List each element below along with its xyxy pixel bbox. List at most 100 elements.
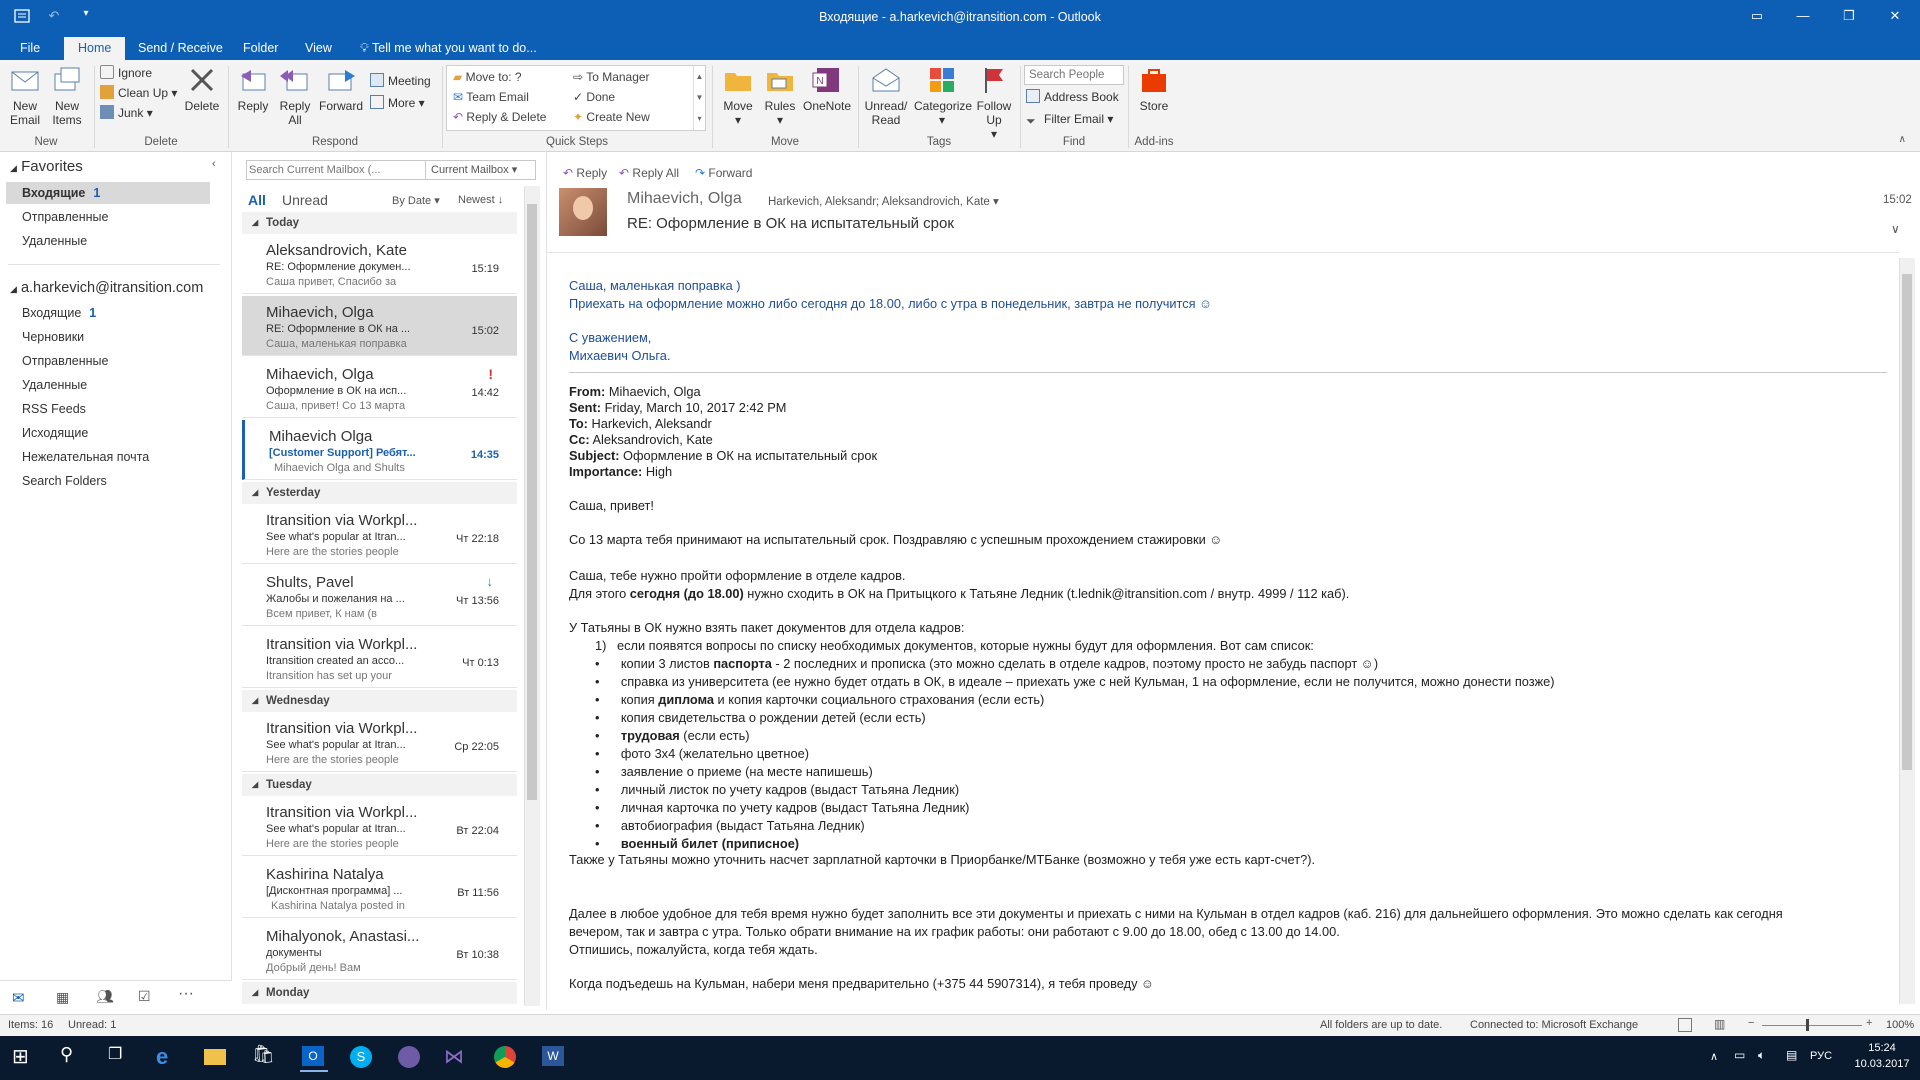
folder-drafts[interactable]: Черновики [22,330,84,344]
quick-steps-scroll[interactable]: ▲ ▼ ▾ [693,66,705,130]
search-people-input[interactable] [1024,65,1124,85]
message-item[interactable]: Itransition via Workpl... See what's pop… [242,504,517,564]
search-scope-dropdown[interactable]: Current Mailbox ▾ [431,163,517,176]
search-icon[interactable]: ⚲ [60,1044,88,1072]
network-icon[interactable]: ▭ [1734,1048,1745,1062]
minimize-pane-icon[interactable]: ‹ [212,158,216,170]
reading-reply-button[interactable]: ↶ Reply [563,166,607,180]
move-button[interactable]: Move ▾ [718,64,758,127]
zoom-level[interactable]: 100% [1886,1019,1914,1031]
group-header-tuesday[interactable]: ◢ Tuesday [242,774,517,796]
more-modules-icon[interactable]: ··· [178,985,194,1003]
action-center-icon[interactable]: ▤ [1786,1048,1797,1062]
mail-icon[interactable]: ✉ [12,989,25,1007]
tab-home[interactable]: Home [64,37,126,60]
qs-done[interactable]: ✓ Done [573,90,615,104]
edge-browser-icon[interactable]: e [156,1044,184,1072]
skype-icon[interactable]: S [348,1044,376,1072]
account-header[interactable]: ◢ a.harkevich@itransition.com [10,280,203,296]
fav-inbox[interactable]: Входящие 1 [22,186,100,200]
message-item[interactable]: Itransition via Workpl... Itransition cr… [242,628,517,688]
file-explorer-icon[interactable] [204,1044,232,1072]
tray-chevron-icon[interactable]: ∧ [1710,1050,1718,1063]
reading-forward-button[interactable]: ↷ Forward [695,166,752,180]
search-mailbox-input[interactable] [249,162,421,178]
ribbon-display-options-icon[interactable]: ▭ [1734,0,1780,34]
group-header-wednesday[interactable]: ◢ Wednesday [242,690,517,712]
folder-junk[interactable]: Нежелательная почта [22,450,149,464]
fav-deleted[interactable]: Удаленные [22,234,87,248]
tab-send-receive[interactable]: Send / Receive [128,37,233,60]
close-button[interactable]: ✕ [1872,0,1918,34]
message-item[interactable]: Aleksandrovich, Kate RE: Оформление доку… [242,234,517,294]
tell-me-box[interactable]: 💡︎ Tell me what you want to do... [350,37,547,60]
message-item[interactable]: Itransition via Workpl... See what's pop… [242,712,517,772]
fav-sent[interactable]: Отправленные [22,210,108,224]
scrollbar-thumb[interactable] [1902,274,1912,770]
maximize-button[interactable]: ❐ [1826,0,1872,34]
meeting-button[interactable]: Meeting [370,72,431,90]
people-icon[interactable]: 👥︎ [96,988,114,1005]
outlook-taskbar-icon[interactable]: O [300,1044,328,1072]
message-item[interactable]: Itransition via Workpl... See what's pop… [242,796,517,856]
rules-button[interactable]: Rules ▾ [760,64,800,127]
message-item-selected[interactable]: Mihaevich, Olga RE: Оформление в ОК на .… [242,296,517,356]
folder-inbox[interactable]: Входящие 1 [22,306,96,320]
qs-team-email[interactable]: ✉ Team Email [453,90,529,104]
tab-file[interactable]: File [10,37,50,60]
folder-search-folders[interactable]: Search Folders [22,474,107,488]
qs-move-to[interactable]: ▰ Move to: ? [453,70,522,84]
group-header-yesterday[interactable]: ◢ Yesterday [242,482,517,504]
reading-view-icon[interactable]: ▥ [1714,1017,1725,1031]
forward-button[interactable]: Forward [318,64,364,113]
scrollbar-thumb[interactable] [527,204,537,800]
follow-up-button[interactable]: Follow Up ▾ [972,64,1016,141]
folder-sent[interactable]: Отправленные [22,354,108,368]
reading-reply-all-button[interactable]: ↶ Reply All [619,166,679,180]
clean-up-button[interactable]: Clean Up ▾ [100,84,177,102]
qs-create-new[interactable]: ✦ Create New [573,110,650,124]
zoom-in-icon[interactable]: + [1866,1017,1872,1029]
minimize-button[interactable]: — [1780,0,1826,34]
filter-email-button[interactable]: ⏷ Filter Email ▾ [1026,110,1113,128]
clock-date[interactable]: 10.03.2017 [1852,1058,1912,1070]
message-item[interactable]: Kashirina Natalya [Дисконтная программа]… [242,858,517,918]
qs-reply-delete[interactable]: ↶ Reply & Delete [453,110,546,124]
zoom-slider[interactable] [1762,1025,1862,1026]
junk-button[interactable]: Junk ▾ [100,104,153,122]
message-item[interactable]: Mihalyonok, Anastasi... документы Добрый… [242,920,517,980]
chrome-icon[interactable] [492,1044,520,1072]
message-item[interactable]: Mihaevich, Olga Оформление в ОК на исп..… [242,358,517,418]
new-items-button[interactable]: New Items [46,64,88,127]
store-app-icon[interactable]: 🛍︎ [252,1044,280,1072]
ignore-button[interactable]: Ignore [100,64,152,82]
reading-pane-scrollbar[interactable] [1899,258,1915,1004]
zoom-slider-thumb[interactable] [1806,1019,1809,1031]
qs-to-manager[interactable]: ⇨ To Manager [573,70,650,84]
messenger-app-icon[interactable] [396,1044,424,1072]
volume-icon[interactable]: 🔈︎ [1758,1048,1765,1063]
onenote-button[interactable]: N OneNote [802,64,852,113]
sender-name[interactable]: Mihaevich, Olga [627,190,742,208]
folder-rss[interactable]: RSS Feeds [22,402,86,416]
folder-deleted[interactable]: Удаленные [22,378,87,392]
group-header-monday[interactable]: ◢ Monday [242,982,517,1004]
collapse-ribbon-icon[interactable]: ∧ [1899,134,1906,145]
new-email-button[interactable]: New Email [6,64,44,127]
reply-all-button[interactable]: Reply All [276,64,314,127]
windows-start-icon[interactable]: ⊞ [12,1044,40,1072]
filter-all[interactable]: All [248,192,266,208]
tasks-icon[interactable]: ☑ [138,988,151,1005]
recipients[interactable]: Harkevich, Aleksandr; Aleksandrovich, Ka… [768,194,999,208]
store-button[interactable]: Store [1134,64,1174,113]
clock-time[interactable]: 15:24 [1856,1042,1908,1054]
folder-outbox[interactable]: Исходящие [22,426,88,440]
unread-read-button[interactable]: Unread/ Read [862,64,910,127]
sender-avatar[interactable] [559,188,607,236]
more-respond-button[interactable]: More ▾ [370,94,425,112]
word-icon[interactable]: W [540,1044,568,1072]
calendar-icon[interactable]: ▦ [56,989,69,1006]
tab-folder[interactable]: Folder [233,37,288,60]
filter-unread[interactable]: Unread [282,192,328,208]
message-item[interactable]: Shults, Pavel Жалобы и пожелания на ... … [242,566,517,626]
